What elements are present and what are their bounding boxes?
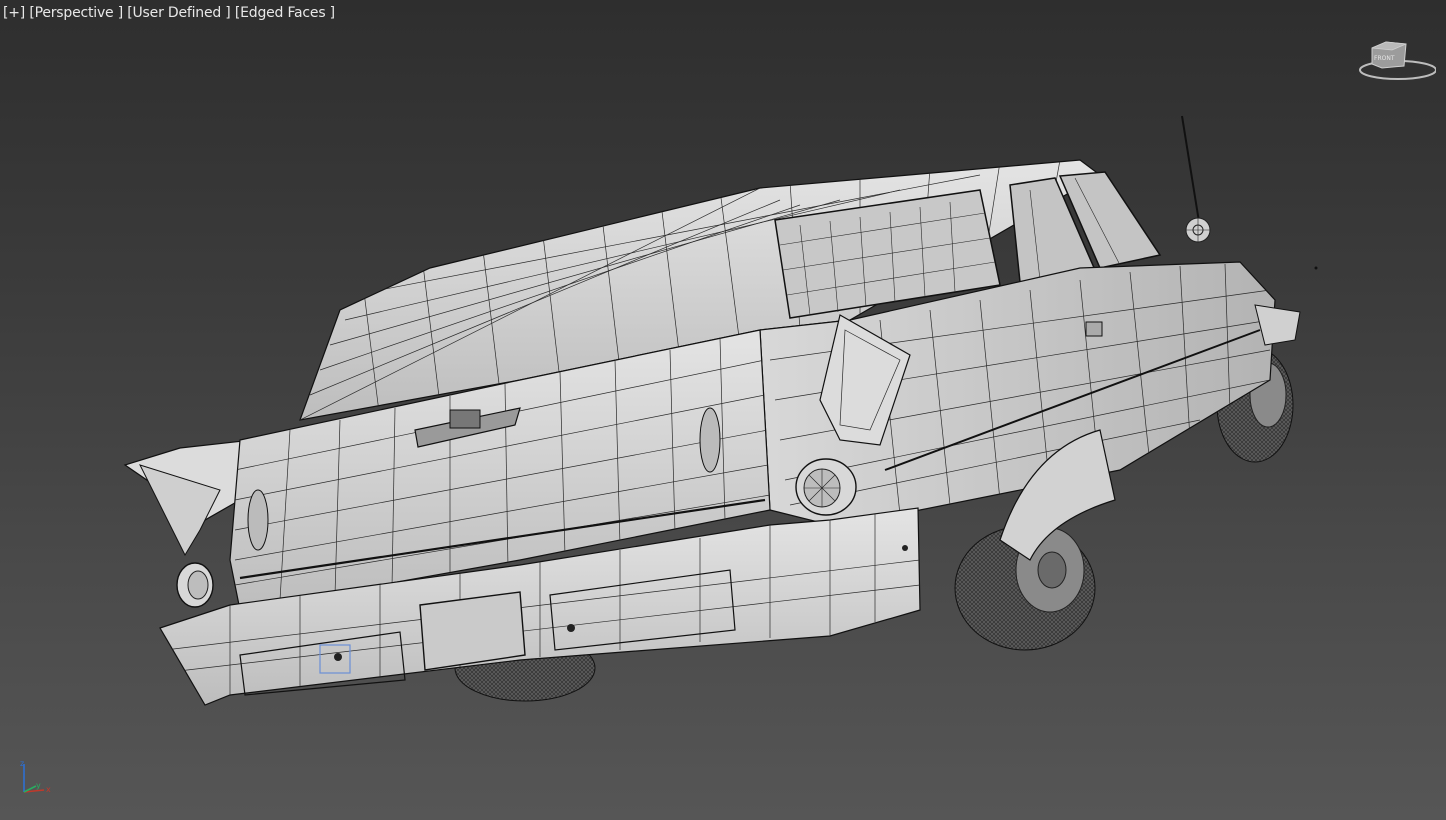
tail-light-left <box>176 562 214 608</box>
y-axis-label: y <box>36 781 41 790</box>
viewcube[interactable]: FRONT <box>1356 36 1437 86</box>
z-axis-label: z <box>20 759 24 768</box>
x-axis-label: x <box>46 785 51 794</box>
viewport-canvas[interactable] <box>0 0 1446 820</box>
viewcube-face-label: FRONT <box>1374 55 1395 62</box>
antenna <box>1181 115 1211 243</box>
axis-tripod: z x y <box>14 758 64 800</box>
tail-light-right <box>795 458 857 516</box>
